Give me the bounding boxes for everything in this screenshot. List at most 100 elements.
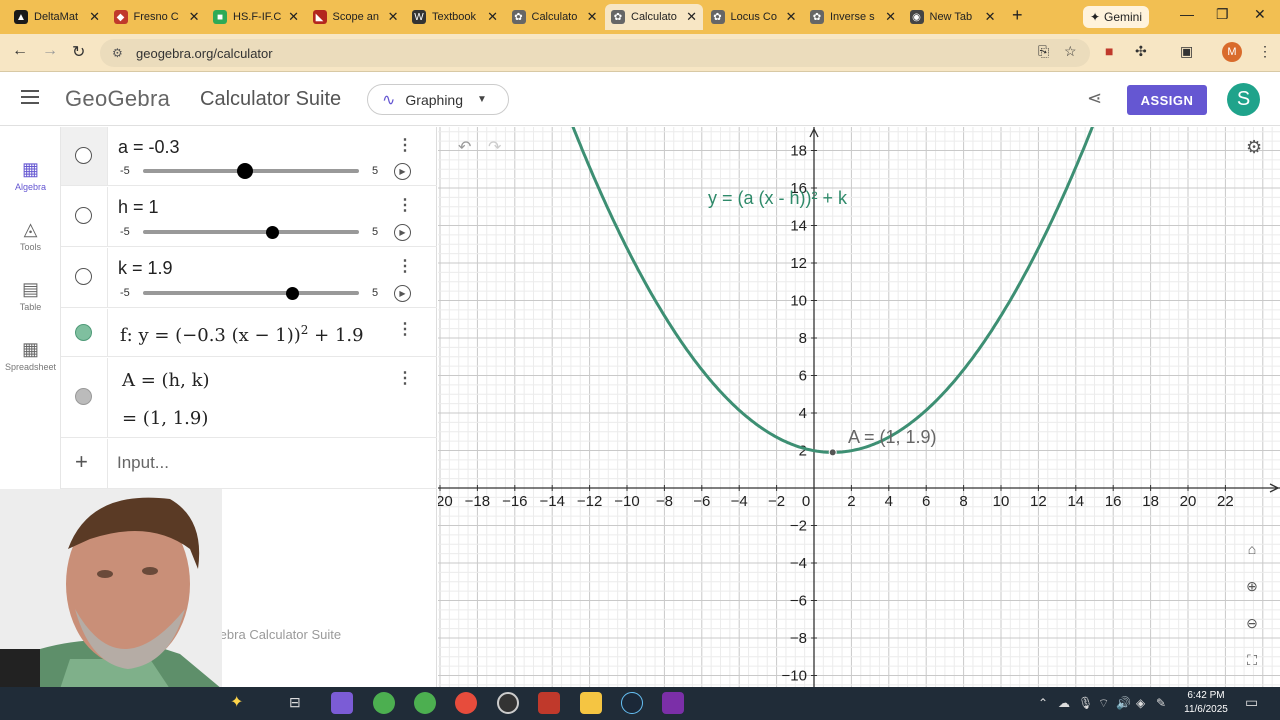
algebra-input-row[interactable]: + Input... [61,439,437,489]
browser-tab[interactable]: ◣ Scope an ✕ [307,4,405,30]
clock[interactable]: 6:42 PM 11/6/2025 [1176,689,1236,717]
home-icon[interactable]: ⌂ [1240,537,1264,561]
function-definition[interactable]: f: y = (−0.3 (x − 1))2 + 1.9 [120,323,364,346]
chrome-active-icon[interactable] [455,692,477,714]
play-icon[interactable]: ▶ [394,285,411,302]
main-menu-icon[interactable] [21,90,39,104]
visibility-toggle[interactable] [75,324,92,341]
browser-tab[interactable]: ✿ Calculato ✕ [506,4,604,30]
tray-chevron-icon[interactable]: ⌃ [1038,696,1048,710]
close-tab-icon[interactable]: ✕ [686,9,697,25]
notifications-icon[interactable]: ▭ [1245,694,1258,711]
rail-item-algebra[interactable]: ▦ Algebra [0,159,61,192]
slider-h-definition[interactable]: h = 1 [118,197,159,218]
user-avatar[interactable]: S [1227,83,1260,116]
install-icon[interactable]: ⎘ [1038,43,1049,60]
share-icon[interactable]: ⋖ [1087,88,1102,109]
slider-track[interactable] [143,163,359,179]
more-options-icon[interactable]: ⋮ [397,256,413,276]
slider-track[interactable] [143,225,359,239]
more-options-icon[interactable]: ⋮ [397,135,413,155]
new-tab-button[interactable]: + [1012,5,1023,26]
close-tab-icon[interactable]: ✕ [885,9,896,25]
visibility-toggle[interactable] [75,268,92,285]
rail-item-tools[interactable]: ◬ Tools [0,219,61,252]
tab-search-icon[interactable]: ▣ [1180,43,1193,60]
close-tab-icon[interactable]: ✕ [985,9,996,25]
profile-avatar[interactable]: M [1222,42,1242,62]
browser-tab[interactable]: ◆ Fresno C ✕ [108,4,206,30]
close-tab-icon[interactable]: ✕ [388,9,399,25]
copilot-icon[interactable] [331,692,353,714]
coordinate-plane[interactable]: −20−18−16−14−12−10−8−6−4−202468101214161… [438,127,1280,687]
mic-icon[interactable]: 🎙 [1078,696,1093,710]
more-options-icon[interactable]: ⋮ [397,195,413,215]
address-bar[interactable]: ⚙ geogebra.org/calculator [100,39,1090,67]
algebra-row-slider-a[interactable]: a = -0.3 ⋮ -5 5 ▶ [61,127,437,186]
slider-track[interactable] [143,286,359,300]
close-tab-icon[interactable]: ✕ [288,9,299,25]
app-selector[interactable]: ∿ Graphing ▼ [367,84,509,115]
browser-tab[interactable]: ■ HS.F-IF.C ✕ [207,4,305,30]
redo-icon[interactable]: ↷ [488,137,501,157]
onenote-icon[interactable] [662,692,684,714]
browser-tab[interactable]: ◉ New Tab ✕ [904,4,1002,30]
close-tab-icon[interactable]: ✕ [189,9,200,25]
rail-item-table[interactable]: ▤ Table [0,279,61,312]
more-options-icon[interactable]: ⋮ [397,368,413,388]
back-button[interactable]: ← [12,42,28,60]
browser-tab[interactable]: ▲ DeltaMat ✕ [8,4,106,30]
zoom-out-icon[interactable]: ⊖ [1240,611,1264,635]
browser-menu-icon[interactable]: ⋮ [1258,43,1272,60]
wifi-icon[interactable]: ⌔ [1098,696,1109,711]
close-tab-icon[interactable]: ✕ [487,9,498,25]
slider-a-definition[interactable]: a = -0.3 [118,137,180,158]
algebra-input[interactable]: Input... [117,453,169,473]
pen-icon[interactable]: ✎ [1156,696,1166,710]
browser-tab[interactable]: ✿ Inverse s ✕ [804,4,902,30]
extensions-puzzle-icon[interactable]: ✣ [1135,43,1147,60]
chrome-icon[interactable] [373,692,395,714]
reload-button[interactable]: ↻ [72,42,85,62]
visibility-toggle[interactable] [75,388,92,405]
file-explorer-icon[interactable] [580,692,602,714]
close-window-button[interactable]: ✕ [1254,6,1266,23]
close-tab-icon[interactable]: ✕ [89,9,100,25]
browser-tab[interactable]: ✿ Calculato ✕ [605,4,703,30]
dropbox-icon[interactable]: ◈ [1136,696,1145,710]
onedrive-icon[interactable]: ☁ [1058,696,1070,710]
rail-item-spreadsheet[interactable]: ▦ Spreadsheet [0,339,61,372]
algebra-row-point[interactable]: A = (h, k) = (1, 1.9) ⋮ [61,358,437,438]
point-definition[interactable]: A = (h, k) [122,370,210,391]
visibility-toggle[interactable] [75,147,92,164]
visibility-toggle[interactable] [75,207,92,224]
close-tab-icon[interactable]: ✕ [786,9,797,25]
graphics-settings-icon[interactable]: ⚙ [1246,137,1262,158]
slider-knob[interactable] [266,225,280,239]
close-tab-icon[interactable]: ✕ [587,9,598,25]
browser-tab[interactable]: ✿ Locus Co ✕ [705,4,803,30]
play-icon[interactable]: ▶ [394,224,411,241]
slider-knob[interactable] [285,286,299,300]
algebra-row-slider-h[interactable]: h = 1 ⋮ -5 5 ▶ [61,187,437,247]
chrome-profile-icon[interactable] [414,692,436,714]
zoom-in-icon[interactable]: ⊕ [1240,574,1264,598]
gemini-button[interactable]: ✦ Gemini [1083,6,1149,28]
assign-button[interactable]: ASSIGN [1127,85,1207,115]
browser-tab[interactable]: W Textbook ✕ [406,4,504,30]
forward-button[interactable]: → [42,42,58,60]
graphics-view[interactable]: −20−18−16−14−12−10−8−6−4−202468101214161… [438,127,1280,687]
extension-icon[interactable]: ■ [1105,43,1113,59]
add-icon[interactable]: + [75,449,88,475]
algebra-row-slider-k[interactable]: k = 1.9 ⋮ -5 5 ▶ [61,248,437,308]
algebra-row-function[interactable]: f: y = (−0.3 (x − 1))2 + 1.9 ⋮ [61,309,437,357]
copilot-sparkle-icon[interactable]: ✦ [230,692,252,714]
slider-knob[interactable] [236,163,253,179]
play-icon[interactable]: ▶ [394,163,411,180]
site-info-icon[interactable]: ⚙ [112,46,126,60]
slider-k-definition[interactable]: k = 1.9 [118,258,173,279]
task-view-icon[interactable]: ⊟ [289,694,311,716]
fullscreen-icon[interactable]: ⛶ [1240,648,1264,672]
undo-icon[interactable]: ↶ [458,137,471,157]
steam-icon[interactable] [621,692,643,714]
